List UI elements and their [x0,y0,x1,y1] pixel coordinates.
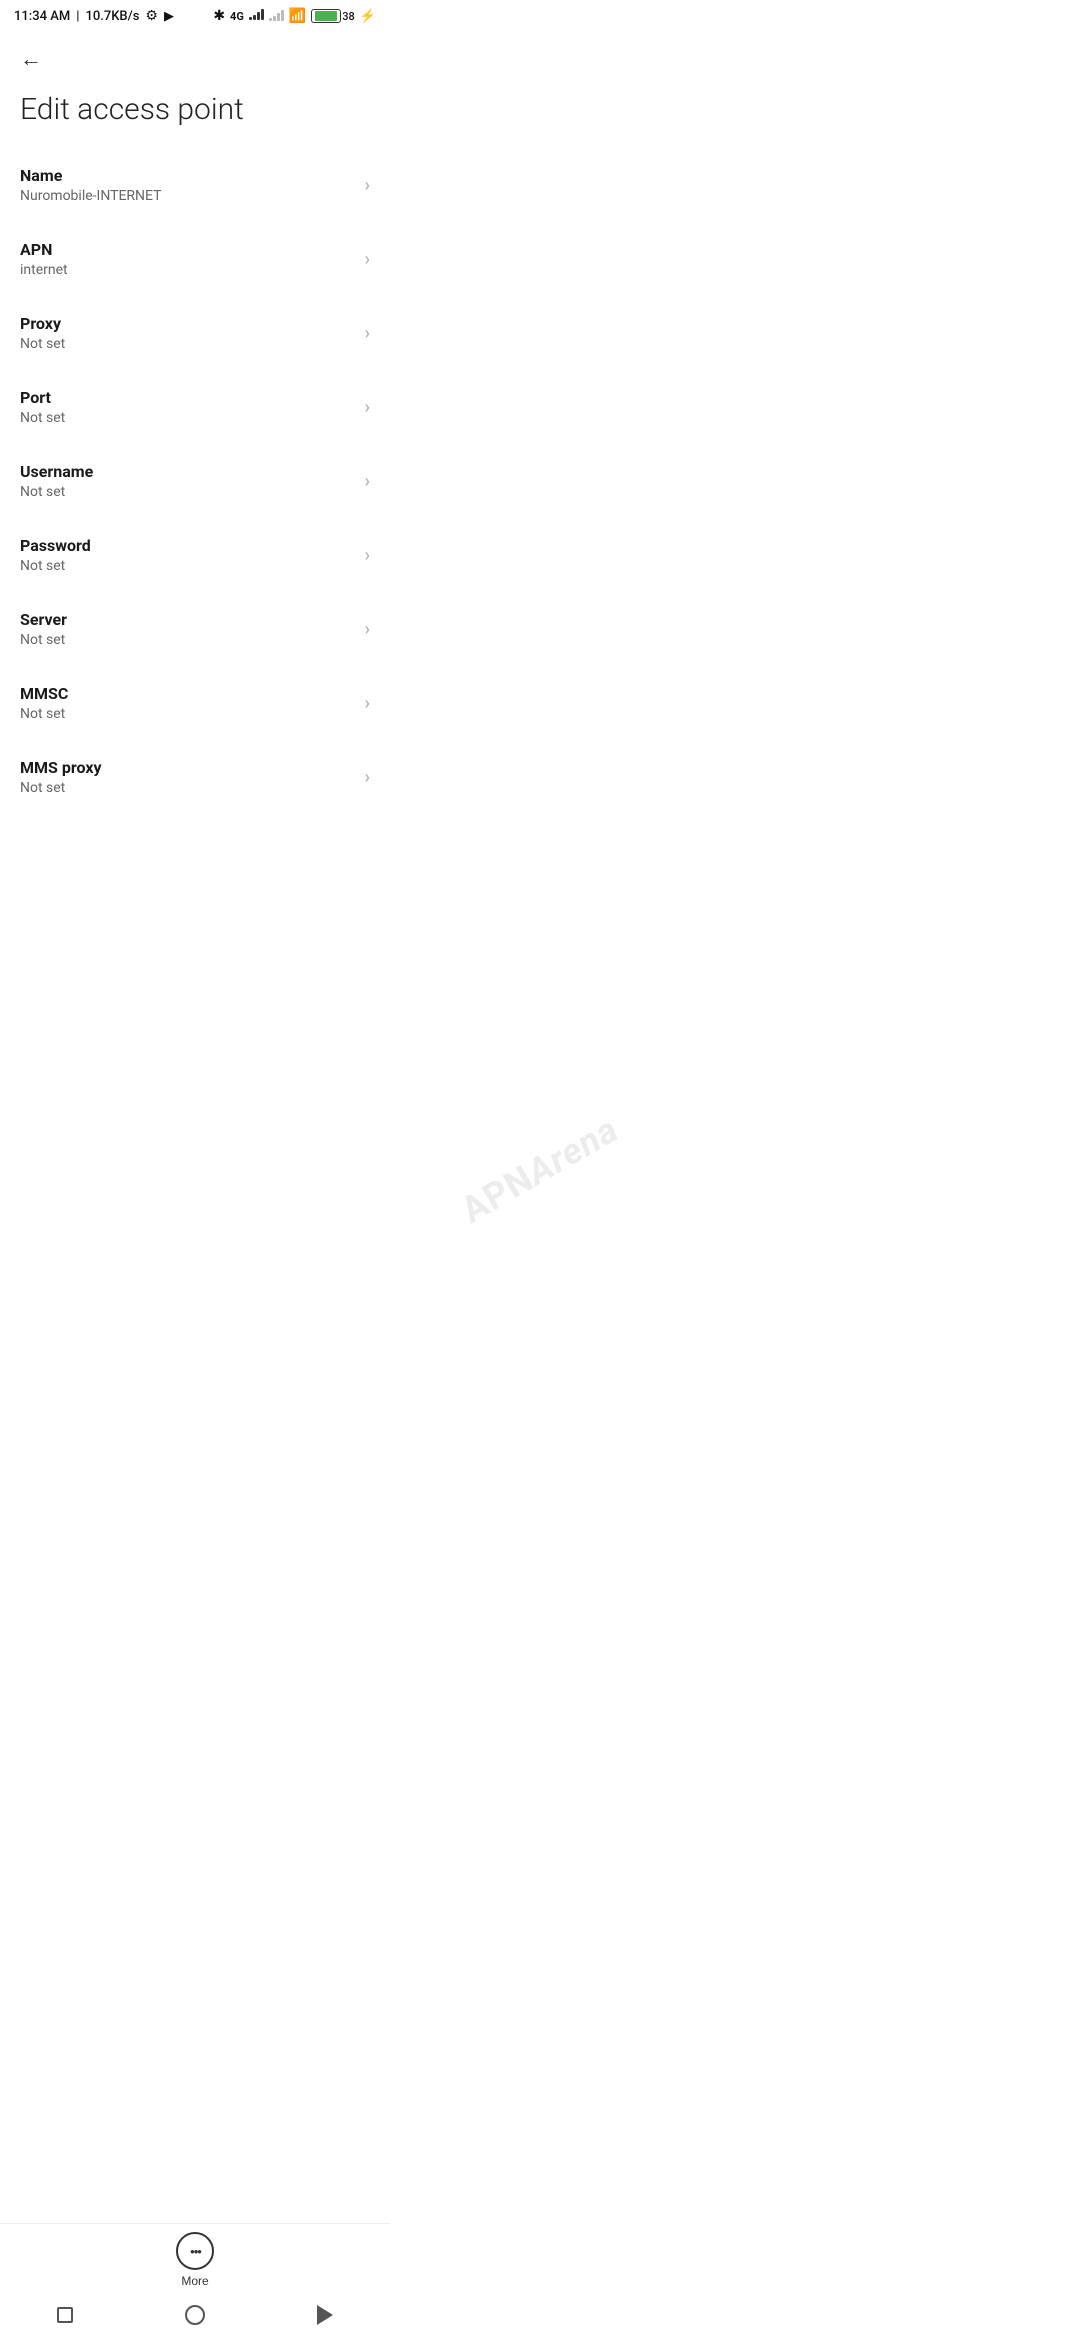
settings-item-value: internet [20,262,355,278]
settings-item-content: Proxy Not set [20,314,355,352]
settings-item-label: MMS proxy [20,758,355,777]
settings-item[interactable]: Password Not set › [0,518,390,592]
more-button-area: ••• More [0,2224,390,2292]
settings-item-content: MMS proxy Not set [20,758,355,796]
settings-item-content: Port Not set [20,388,355,426]
nav-bar [0,2292,390,2340]
network-4g-icon: 4G [230,10,244,23]
signal-icon [249,8,264,24]
chevron-right-icon: › [365,397,370,418]
bottom-bar: ••• More [0,2223,390,2340]
chevron-right-icon: › [365,249,370,270]
settings-item-value: Not set [20,410,355,426]
charging-icon: ⚡ [360,9,376,24]
chevron-right-icon: › [365,323,370,344]
more-icon: ••• [176,2232,214,2270]
home-button[interactable] [175,2300,215,2330]
settings-item[interactable]: APN internet › [0,222,390,296]
chevron-right-icon: › [365,545,370,566]
settings-item-content: MMSC Not set [20,684,355,722]
settings-item-content: Username Not set [20,462,355,500]
more-label: More [181,2274,208,2288]
settings-item[interactable]: Proxy Not set › [0,296,390,370]
chevron-right-icon: › [365,175,370,196]
bluetooth-icon: ✱ [213,8,225,24]
time-display: 11:34 AM [14,9,70,24]
settings-item-content: Name Nuromobile-INTERNET [20,166,355,204]
data-speed: 10.7KB/s [85,9,139,24]
back-button[interactable]: ← [16,42,46,76]
settings-item[interactable]: Port Not set › [0,370,390,444]
settings-item[interactable]: Name Nuromobile-INTERNET › [0,148,390,222]
speed-display: | [76,9,79,24]
settings-list: Name Nuromobile-INTERNET › APN internet … [0,148,390,814]
settings-item-content: Server Not set [20,610,355,648]
settings-item[interactable]: MMSC Not set › [0,666,390,740]
chevron-right-icon: › [365,767,370,788]
back-nav-button[interactable] [305,2300,345,2330]
home-icon [185,2305,205,2325]
settings-item-value: Not set [20,632,355,648]
settings-item-label: Proxy [20,314,355,333]
chevron-right-icon: › [365,471,370,492]
settings-item-content: Password Not set [20,536,355,574]
chevron-right-icon: › [365,693,370,714]
settings-item-value: Nuromobile-INTERNET [20,188,355,204]
more-button[interactable]: ••• More [176,2232,214,2288]
settings-item-label: Port [20,388,355,407]
chevron-right-icon: › [365,619,370,640]
settings-item[interactable]: Server Not set › [0,592,390,666]
battery-indicator: 38 [311,9,355,23]
settings-item-value: Not set [20,336,355,352]
signal-2-icon [269,9,284,24]
recents-icon [57,2307,73,2323]
settings-item-label: MMSC [20,684,355,703]
settings-item-content: APN internet [20,240,355,278]
status-right: ✱ 4G 📶 38 ⚡ [213,8,376,24]
settings-item-label: Name [20,166,355,185]
settings-item-label: Username [20,462,355,481]
camera-icon: ▶ [164,9,174,24]
settings-item-value: Not set [20,706,355,722]
settings-item-value: Not set [20,484,355,500]
settings-item[interactable]: MMS proxy Not set › [0,740,390,814]
wifi-icon: 📶 [289,8,306,24]
recents-button[interactable] [45,2300,85,2330]
back-area: ← [0,30,390,80]
watermark: APNArena [454,1108,626,1231]
page-title: Edit access point [0,80,390,148]
settings-item[interactable]: Username Not set › [0,444,390,518]
settings-item-label: Server [20,610,355,629]
back-arrow-icon: ← [20,46,42,72]
settings-item-value: Not set [20,780,355,796]
status-left: 11:34 AM | 10.7KB/s ⚙ ▶ [14,8,174,24]
settings-item-label: Password [20,536,355,555]
settings-item-label: APN [20,240,355,259]
gear-icon: ⚙ [145,8,158,24]
status-bar: 11:34 AM | 10.7KB/s ⚙ ▶ ✱ 4G 📶 38 ⚡ [0,0,390,30]
settings-item-value: Not set [20,558,355,574]
back-nav-icon [317,2305,333,2325]
